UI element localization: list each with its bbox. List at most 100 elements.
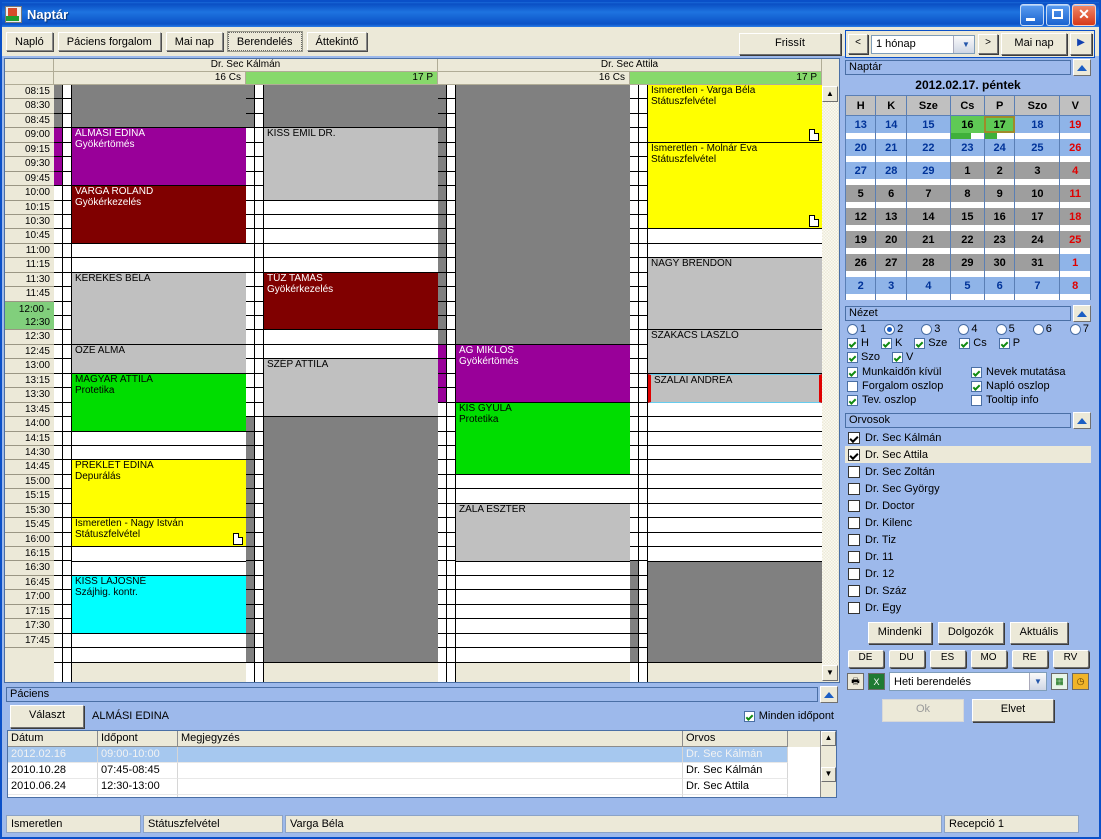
lane-cell[interactable] <box>255 200 263 215</box>
empty-slot[interactable] <box>72 633 246 649</box>
lane-cell[interactable] <box>54 518 62 533</box>
lane-cell[interactable] <box>246 344 254 360</box>
lane-cell[interactable] <box>63 157 71 172</box>
lane-cell[interactable] <box>54 474 62 490</box>
time-label[interactable]: 08:45 <box>5 113 54 129</box>
empty-slot[interactable] <box>648 532 822 548</box>
calendar-day[interactable]: 8 <box>1059 277 1091 294</box>
empty-slot[interactable] <box>456 85 630 345</box>
lane-cell[interactable] <box>447 431 455 446</box>
lane-cell[interactable] <box>447 489 455 504</box>
view-option[interactable]: Napló oszlop <box>971 380 1089 392</box>
empty-slot[interactable] <box>648 243 822 259</box>
calendar-day[interactable]: 14 <box>875 115 907 133</box>
lane-cell[interactable] <box>246 85 254 100</box>
time-label[interactable]: 17:00 <box>5 590 54 605</box>
lane-cell[interactable] <box>639 604 647 620</box>
lane-cell[interactable] <box>63 272 71 288</box>
calendar-day[interactable]: 23 <box>983 231 1016 248</box>
lane-cell[interactable] <box>639 633 647 649</box>
calendar-day[interactable]: 5 <box>844 185 877 202</box>
calendar-day[interactable]: 1 <box>949 162 985 179</box>
lane-cell[interactable] <box>630 157 638 172</box>
log-column[interactable] <box>63 85 72 682</box>
lane-cell[interactable] <box>630 388 638 403</box>
empty-slot[interactable] <box>72 561 246 576</box>
empty-slot[interactable] <box>648 489 822 504</box>
lane-cell[interactable] <box>54 445 62 461</box>
empty-slot[interactable] <box>264 330 438 345</box>
time-label[interactable]: 11:30 <box>5 272 54 288</box>
appointment-slot[interactable]: TÜZ TAMÁS Gyökérkezelés <box>264 272 438 331</box>
lane-cell[interactable] <box>630 460 638 475</box>
lane-cell[interactable] <box>255 518 263 533</box>
lane-cell[interactable] <box>438 648 446 663</box>
time-label[interactable]: 11:15 <box>5 258 54 273</box>
appointment-slot[interactable]: PREKLET EDINA Depurálás <box>72 460 246 519</box>
lane-cell[interactable] <box>447 590 455 605</box>
lane-cell[interactable] <box>255 503 263 519</box>
calendar-day[interactable]: 17 <box>1014 208 1061 225</box>
scroll-up-icon[interactable]: ▲ <box>822 86 838 102</box>
scroll-down-icon[interactable]: ▼ <box>822 665 838 681</box>
lane-cell[interactable] <box>246 171 254 187</box>
lane-cell[interactable] <box>438 272 446 288</box>
lane-cell[interactable] <box>63 489 71 504</box>
time-label[interactable]: 15:45 <box>5 518 54 533</box>
appointment-slot[interactable]: ALMÁSI EDINA Gyökértömés <box>72 128 246 187</box>
empty-slot[interactable] <box>264 85 438 129</box>
appointment-slot[interactable]: SZAKÁCS LÁSZLÓ <box>648 330 822 374</box>
lane-cell[interactable] <box>54 604 62 620</box>
day-count-radio-4[interactable]: 4 <box>958 323 978 335</box>
view-option[interactable]: Forgalom oszlop <box>847 380 965 392</box>
lane-cell[interactable] <box>255 604 263 620</box>
lane-cell[interactable] <box>447 359 455 374</box>
appointment-slot[interactable]: Ismeretlen - Nagy István Státuszfelvétel <box>72 518 246 548</box>
lane-cell[interactable] <box>630 373 638 389</box>
lane-cell[interactable] <box>630 402 638 418</box>
shift-button-de[interactable]: DE <box>847 650 884 668</box>
lane-cell[interactable] <box>54 373 62 389</box>
empty-slot[interactable] <box>264 258 438 273</box>
lane-cell[interactable] <box>639 214 647 230</box>
lane-cell[interactable] <box>54 243 62 259</box>
time-label[interactable]: 08:15 <box>5 85 54 100</box>
lane-cell[interactable] <box>447 142 455 158</box>
lane-cell[interactable] <box>255 229 263 244</box>
table-row[interactable]: 2010.10.28 07:45-08:45 Dr. Sec Kálmán <box>8 763 836 779</box>
lane-cell[interactable] <box>246 142 254 158</box>
lane-cell[interactable] <box>438 142 446 158</box>
calendar-day[interactable]: 26 <box>1059 139 1091 156</box>
tab-naplo[interactable]: Napló <box>6 32 53 51</box>
lane-cell[interactable] <box>438 417 446 432</box>
next-period-button[interactable]: > <box>978 34 998 54</box>
calendar-day[interactable]: 25 <box>1059 231 1091 248</box>
empty-slot[interactable] <box>264 200 438 215</box>
lane-cell[interactable] <box>630 532 638 547</box>
lane-cell[interactable] <box>438 287 446 302</box>
scroll-down-icon[interactable]: ▼ <box>821 767 836 782</box>
calendar-day[interactable]: 27 <box>875 254 907 271</box>
lane-cell[interactable] <box>246 445 254 461</box>
doctor-list-item[interactable]: Dr. Sec Zoltán <box>845 463 1091 480</box>
calendar-day[interactable]: 21 <box>905 231 951 248</box>
lane-cell[interactable] <box>438 128 446 143</box>
lane-cell[interactable] <box>246 547 254 562</box>
lane-cell[interactable] <box>63 85 71 100</box>
lane-cell[interactable] <box>255 633 263 649</box>
lane-cell[interactable] <box>639 200 647 215</box>
lane-cell[interactable] <box>255 316 263 331</box>
lane-cell[interactable] <box>63 258 71 273</box>
time-label[interactable]: 09:45 <box>5 171 54 187</box>
lane-cell[interactable] <box>255 186 263 201</box>
empty-slot[interactable] <box>648 431 822 446</box>
lane-cell[interactable] <box>639 157 647 172</box>
calendar-day[interactable]: 25 <box>1014 139 1061 156</box>
time-label[interactable]: 09:00 <box>5 128 54 143</box>
lane-cell[interactable] <box>630 503 638 519</box>
calendar-day[interactable]: 28 <box>875 162 907 179</box>
lane-cell[interactable] <box>255 431 263 446</box>
calendar-day[interactable]: 22 <box>949 231 985 248</box>
lane-cell[interactable] <box>447 619 455 634</box>
appointment-slot[interactable]: KISS LAJOSNÉ Szájhig. kontr. <box>72 575 246 634</box>
